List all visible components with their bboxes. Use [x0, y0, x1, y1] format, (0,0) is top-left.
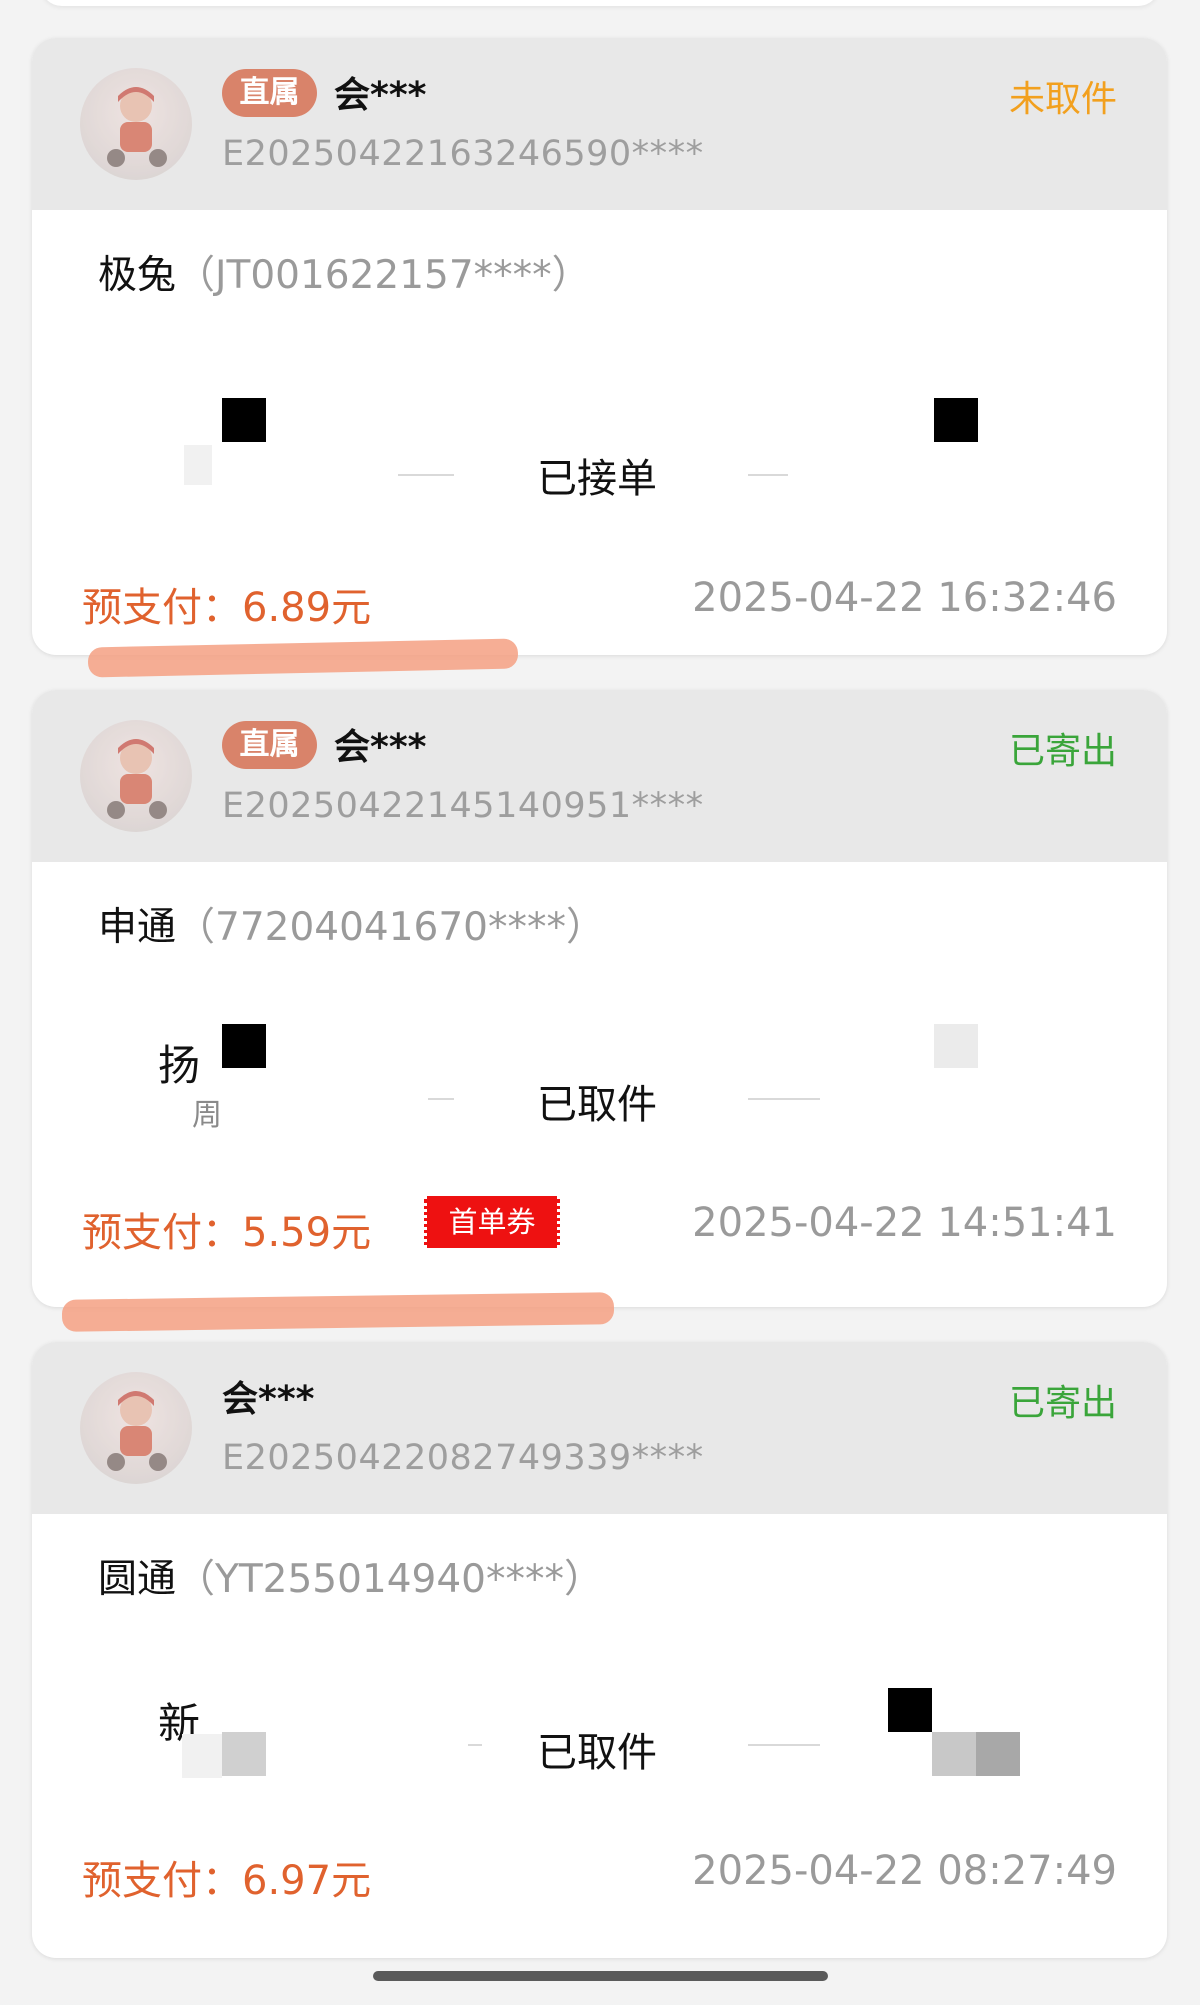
order-id: E20250422145140951****: [222, 786, 704, 826]
direct-badge: 直属: [222, 69, 317, 117]
order-datetime: 2025-04-22 16:32:46: [692, 575, 1117, 621]
route-dash: [468, 1744, 482, 1746]
order-id: E20250422163246590****: [222, 134, 704, 174]
prepay-amount: 5.59元: [242, 1210, 372, 1256]
order-card-header: 直属 会*** E20250422145140951**** 已寄出: [32, 690, 1167, 862]
order-status: 已寄出: [1008, 731, 1117, 772]
order-card[interactable]: 会*** E20250422082749339**** 已寄出 圆通（YT255…: [32, 1342, 1167, 1958]
prepay-line: 预支付：5.59元: [82, 1200, 371, 1258]
carrier-line: 极兔（JT001622157****）: [98, 244, 591, 300]
order-card-header: 直属 会*** E20250422163246590**** 未取件: [32, 38, 1167, 210]
prepay-label: 预支付：: [82, 1210, 242, 1256]
route-dash: [748, 1744, 820, 1746]
user-name: 会***: [334, 727, 427, 768]
destination-mosaic: [934, 1024, 978, 1068]
order-card[interactable]: 直属 会*** E20250422163246590**** 未取件 极兔（JT…: [32, 38, 1167, 655]
prepay-amount: 6.89元: [242, 585, 372, 631]
origin-mosaic: [222, 1732, 266, 1776]
user-name: 会***: [222, 1379, 315, 1420]
order-status: 已寄出: [1008, 1383, 1117, 1424]
route-dash: [748, 1098, 820, 1100]
origin-mosaic: [182, 1734, 222, 1778]
avatar: [80, 68, 192, 180]
avatar: [80, 1372, 192, 1484]
first-order-coupon-badge: 首单券: [424, 1196, 560, 1248]
progress-status: 已取件: [537, 1730, 657, 1776]
direct-badge: 直属: [222, 721, 317, 769]
origin-city: 扬: [158, 1041, 201, 1090]
tracking-number: （77204041670****）: [176, 905, 605, 950]
progress-status: 已取件: [537, 1082, 657, 1128]
destination-mosaic: [934, 398, 978, 442]
highlight-stroke: [61, 1292, 615, 1332]
destination-mosaic: [888, 1688, 932, 1732]
carrier-name: 申通: [98, 905, 177, 950]
carrier-line: 申通（77204041670****）: [98, 896, 605, 952]
previous-card-edge: [40, 0, 1160, 6]
origin-mosaic: [222, 398, 266, 442]
prepay-label: 预支付：: [82, 585, 242, 631]
origin-mosaic: [184, 445, 212, 485]
origin-mosaic: [222, 1024, 266, 1068]
destination-mosaic: [932, 1732, 976, 1776]
order-card[interactable]: 直属 会*** E20250422145140951**** 已寄出 申通（77…: [32, 690, 1167, 1307]
destination-mosaic: [976, 1732, 1020, 1776]
route-dash: [748, 474, 788, 476]
user-name: 会***: [334, 75, 427, 116]
origin-district: 周: [192, 1098, 222, 1133]
tracking-number: （YT255014940****）: [176, 1557, 603, 1602]
order-datetime: 2025-04-22 14:51:41: [692, 1200, 1117, 1246]
order-card-header: 会*** E20250422082749339**** 已寄出: [32, 1342, 1167, 1514]
order-status: 未取件: [1008, 79, 1117, 120]
order-id: E20250422082749339****: [222, 1438, 704, 1478]
avatar: [80, 720, 192, 832]
carrier-line: 圆通（YT255014940****）: [98, 1548, 603, 1604]
tracking-number: （JT001622157****）: [176, 253, 591, 298]
prepay-line: 预支付：6.97元: [82, 1848, 371, 1906]
home-indicator[interactable]: [373, 1971, 828, 1981]
carrier-name: 圆通: [98, 1557, 177, 1602]
prepay-label: 预支付：: [82, 1858, 242, 1904]
route-dash: [398, 474, 454, 476]
prepay-amount: 6.97元: [242, 1858, 372, 1904]
progress-status: 已接单: [537, 456, 657, 502]
carrier-name: 极兔: [98, 253, 177, 298]
route-dash: [428, 1098, 454, 1100]
order-datetime: 2025-04-22 08:27:49: [692, 1848, 1117, 1894]
prepay-line: 预支付：6.89元: [82, 575, 371, 633]
